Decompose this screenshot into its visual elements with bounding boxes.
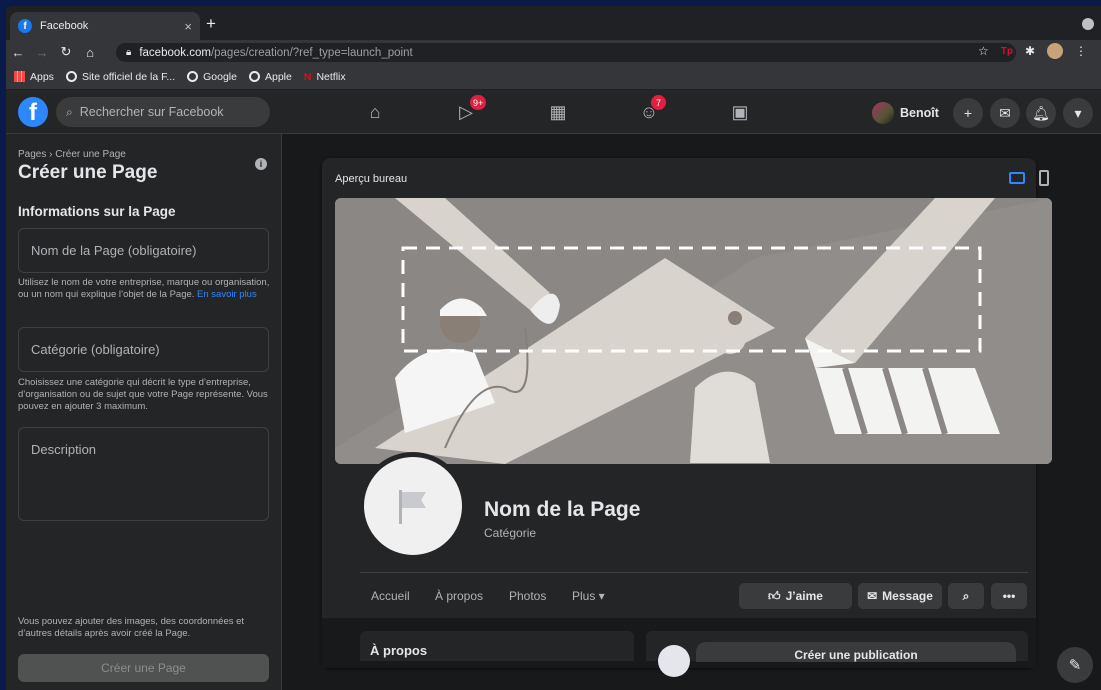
profile-avatar	[872, 102, 894, 124]
like-label: J’aime	[785, 589, 823, 603]
extension-tp-icon[interactable]: Tp	[1001, 46, 1013, 57]
lock-icon: 🔒︎	[126, 47, 132, 58]
about-card: À propos	[360, 631, 634, 661]
facebook-favicon-icon: f	[18, 19, 32, 33]
marketplace-nav-icon[interactable]: ▦	[545, 102, 571, 124]
browser-menu-icon[interactable]: ⋮	[1075, 44, 1087, 58]
profile-avatar-icon[interactable]	[1047, 43, 1064, 59]
netflix-icon: N	[303, 70, 312, 83]
address-bar[interactable]: 🔒︎ facebook.com /pages/creation/?ref_typ…	[116, 43, 1016, 62]
page-name-field[interactable]: Nom de la Page (obligatoire)	[18, 228, 269, 273]
messenger-icon[interactable]: ✉	[990, 98, 1020, 128]
search-icon: ⌕	[66, 104, 73, 119]
gaming-nav-icon[interactable]: ▣	[727, 102, 753, 124]
bookmark-site-officiel[interactable]: Site officiel de la F...	[65, 70, 176, 83]
page-category-preview: Catégorie	[484, 526, 537, 540]
globe-icon	[248, 71, 260, 82]
extensions-puzzle-icon[interactable]: ✱	[1025, 44, 1035, 58]
mobile-view-icon[interactable]	[1039, 170, 1049, 186]
page-name-placeholder: Nom de la Page (obligatoire)	[31, 243, 197, 258]
account-menu-icon[interactable]: ▾	[1063, 98, 1093, 128]
create-plus-icon[interactable]: +	[953, 98, 983, 128]
globe-icon	[65, 71, 77, 82]
bookmark-label: Apps	[30, 70, 54, 83]
thumbs-up-icon: 👍︎	[768, 588, 781, 603]
close-tab-icon[interactable]: ×	[184, 19, 192, 34]
window-menu-icon[interactable]	[1082, 18, 1094, 30]
profile-name: Benoît	[900, 106, 939, 120]
search-placeholder: Rechercher sur Facebook	[79, 105, 224, 119]
browser-tab[interactable]: f Facebook ×	[10, 12, 200, 40]
create-post-button[interactable]: Créer une publication	[696, 642, 1016, 662]
facebook-logo-icon[interactable]: f	[18, 97, 48, 127]
bookmark-google[interactable]: Google	[187, 71, 237, 83]
new-tab-icon[interactable]: +	[206, 14, 216, 34]
apps-grid-icon	[14, 71, 25, 82]
flag-icon	[399, 490, 426, 524]
bookmark-netflix[interactable]: N Netflix	[304, 71, 346, 83]
bookmark-apps[interactable]: Apps	[14, 71, 54, 83]
bookmark-star-icon[interactable]: ☆	[978, 44, 989, 58]
bookmark-label: Apple	[264, 70, 292, 83]
message-button[interactable]: ✉ Message	[858, 583, 942, 609]
more-options-button[interactable]: •••	[991, 583, 1027, 609]
tab-photos[interactable]: Photos	[509, 589, 546, 603]
messenger-small-icon: ✉	[867, 589, 878, 603]
watch-badge: 9+	[470, 95, 487, 110]
reload-icon[interactable]: ↻	[54, 44, 78, 60]
profile-photo	[359, 452, 467, 560]
toolbar-icons: ☆ Tp ✱ ⋮	[978, 43, 1087, 59]
bookmark-label: Site officiel de la F...	[81, 70, 176, 83]
tab-plus[interactable]: Plus ▾	[572, 589, 605, 603]
page-name-preview: Nom de la Page	[484, 498, 641, 521]
cover-illustration-svg	[335, 198, 1052, 464]
section-title: Informations sur la Page	[18, 204, 176, 219]
breadcrumb: Pages › Créer une Page	[18, 149, 126, 160]
home-nav-icon[interactable]: ⌂	[362, 102, 388, 124]
tab-accueil[interactable]: Accueil	[371, 589, 410, 603]
tab-title: Facebook	[40, 20, 89, 32]
profile-button[interactable]: Benoît	[872, 100, 939, 126]
url-host: facebook.com	[139, 46, 211, 59]
forward-icon[interactable]: →	[30, 45, 54, 60]
bookmark-label: Netflix	[316, 70, 346, 83]
page-title: Créer une Page	[18, 162, 158, 183]
search-page-button[interactable]: ⌕	[948, 583, 984, 609]
desktop-view-icon[interactable]	[1009, 172, 1025, 184]
search-icon: ⌕	[962, 588, 970, 603]
url-path: /pages/creation/?ref_type=launch_point	[210, 46, 413, 59]
home-icon[interactable]: ⌂	[78, 45, 102, 60]
tab-a-propos[interactable]: À propos	[435, 589, 483, 603]
post-avatar	[658, 645, 690, 677]
search-input[interactable]: ⌕ Rechercher sur Facebook	[56, 97, 270, 127]
category-field[interactable]: Catégorie (obligatoire)	[18, 327, 269, 372]
like-button[interactable]: 👍︎ J’aime	[739, 583, 852, 609]
bookmarks-bar: Apps Site officiel de la F... Google App…	[6, 64, 1101, 90]
cover-photo-illustration	[335, 198, 1052, 464]
category-placeholder: Catégorie (obligatoire)	[31, 342, 160, 357]
back-icon[interactable]: ←	[6, 45, 30, 60]
bookmark-apple[interactable]: Apple	[248, 70, 292, 83]
category-help: Choisissez une catégorie qui décrit le t…	[18, 377, 268, 412]
ellipsis-icon: •••	[1002, 589, 1016, 603]
page-name-help: Utilisez le nom de votre entreprise, mar…	[18, 277, 270, 301]
create-page-button[interactable]: Créer une Page	[18, 654, 269, 682]
new-message-edit-icon[interactable]: ✎	[1057, 647, 1093, 683]
description-placeholder: Description	[31, 442, 97, 457]
message-label: Message	[882, 589, 933, 603]
info-icon[interactable]: i	[255, 158, 267, 170]
globe-icon	[187, 71, 199, 82]
after-creation-help: Vous pouvez ajouter des images, des coor…	[18, 616, 245, 639]
notifications-bell-icon[interactable]: 🔔︎	[1026, 98, 1056, 128]
preview-label: Aperçu bureau	[335, 173, 408, 185]
description-field[interactable]: Description	[18, 427, 269, 521]
bookmark-label: Google	[203, 70, 237, 83]
groups-badge: 7	[651, 95, 666, 110]
divider	[360, 572, 1028, 573]
learn-more-link[interactable]: En savoir plus	[197, 289, 257, 300]
